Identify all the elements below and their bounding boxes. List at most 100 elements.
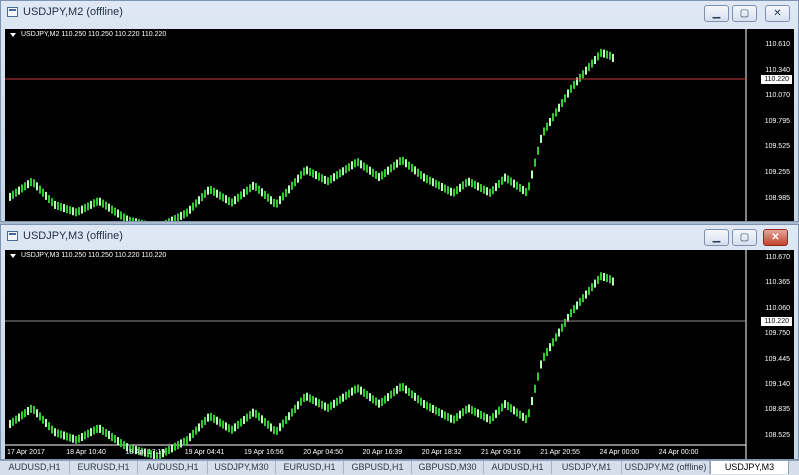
candle [588, 63, 590, 71]
chart-tab[interactable]: EURUSD,H1 [276, 461, 344, 474]
candle [438, 181, 440, 189]
candle [294, 178, 296, 186]
candle [549, 118, 551, 126]
candle [498, 407, 500, 415]
candle [528, 409, 530, 417]
candle [309, 168, 311, 176]
candle [183, 210, 185, 218]
candle [291, 182, 293, 190]
candle [294, 405, 296, 413]
chart-tab[interactable]: EURUSD,H1 [70, 461, 138, 474]
close-button[interactable]: ✕ [765, 5, 790, 22]
candle [534, 159, 536, 167]
candle [270, 423, 272, 431]
chart-tab[interactable]: USDJPY,M3 [710, 460, 789, 474]
candle [396, 160, 398, 168]
candle [564, 319, 566, 327]
chart-tab[interactable]: USDJPY,M1 [552, 461, 622, 474]
candle [228, 424, 230, 432]
candle [477, 409, 479, 417]
maximize-button[interactable]: ▢ [732, 5, 757, 22]
time-tick-label: 17 Apr 2017 [7, 449, 45, 456]
candle [96, 425, 98, 433]
chart-tab[interactable]: USDJPY,M2 (offline) [622, 461, 710, 474]
candle [573, 81, 575, 89]
candle [489, 189, 491, 197]
candle [549, 343, 551, 351]
candle [465, 179, 467, 187]
candle [207, 414, 209, 422]
chart-tab[interactable]: AUDUSD,H1 [138, 461, 208, 474]
candle [66, 433, 68, 441]
candle [216, 417, 218, 425]
price-chart[interactable]: USDJPY,M2 110.250 110.250 110.220 110.22… [5, 29, 794, 221]
candle [264, 191, 266, 199]
chart-tab[interactable]: GBPUSD,M30 [412, 461, 484, 474]
maximize-button[interactable]: ▢ [732, 229, 757, 246]
candle [102, 200, 104, 208]
candle [492, 186, 494, 194]
chart-window-m2[interactable]: USDJPY,M2 (offline) ▁ ▢ ✕ USDJPY,M2 110.… [0, 0, 799, 222]
candle [255, 410, 257, 418]
candle [123, 214, 125, 221]
candle [450, 415, 452, 423]
candle [261, 415, 263, 423]
price-chart[interactable]: USDJPY,M3 110.250 110.250 110.220 110.22… [5, 250, 794, 459]
candle [321, 401, 323, 409]
candle [177, 213, 179, 221]
candle [573, 305, 575, 313]
candle [117, 437, 119, 445]
candle [378, 400, 380, 408]
candle [138, 219, 140, 221]
candle [342, 394, 344, 402]
candle [411, 390, 413, 398]
candle [45, 192, 47, 200]
candle [240, 418, 242, 426]
candle [543, 353, 545, 361]
candle [114, 435, 116, 443]
candle [387, 393, 389, 401]
candle [423, 173, 425, 181]
candle [399, 383, 401, 391]
candle [336, 398, 338, 406]
candle [411, 164, 413, 172]
price-tick-label: 108.835 [765, 406, 790, 413]
candle [102, 427, 104, 435]
candle [336, 171, 338, 179]
candle [393, 388, 395, 396]
candle [525, 415, 527, 423]
title-bar[interactable]: USDJPY,M2 (offline) ▁ ▢ ✕ [1, 1, 798, 25]
candle [540, 360, 542, 368]
minimize-button[interactable]: ▁ [704, 229, 729, 246]
candle [552, 113, 554, 121]
candle [54, 428, 56, 436]
chart-tab[interactable]: AUDUSD,H1 [0, 461, 70, 474]
candle [423, 400, 425, 408]
price-tick-label: 109.525 [765, 143, 790, 150]
candle [447, 413, 449, 421]
title-bar[interactable]: USDJPY,M3 (offline) ▁ ▢ ✕ [1, 225, 798, 249]
candle [99, 198, 101, 206]
candle [174, 443, 176, 451]
candle [246, 187, 248, 195]
candle [327, 404, 329, 412]
chart-tab[interactable]: GBPUSD,H1 [344, 461, 412, 474]
chart-tab[interactable]: AUDUSD,H1 [484, 461, 552, 474]
candle [387, 167, 389, 175]
candle [63, 204, 65, 212]
candle [252, 182, 254, 190]
candle [441, 410, 443, 418]
chart-window-m3[interactable]: USDJPY,M3 (offline) ▁ ▢ ✕ USDJPY,M3 110.… [0, 224, 799, 460]
candle [300, 171, 302, 179]
chart-tab[interactable]: USDJPY,M30 [208, 461, 276, 474]
candle [363, 389, 365, 397]
price-tick-label: 108.525 [765, 432, 790, 439]
minimize-button[interactable]: ▁ [704, 5, 729, 22]
close-button[interactable]: ✕ [763, 229, 788, 246]
candle [333, 400, 335, 408]
candle [345, 165, 347, 173]
candle [372, 395, 374, 403]
candle [210, 186, 212, 194]
candle [339, 396, 341, 404]
candle [597, 276, 599, 284]
